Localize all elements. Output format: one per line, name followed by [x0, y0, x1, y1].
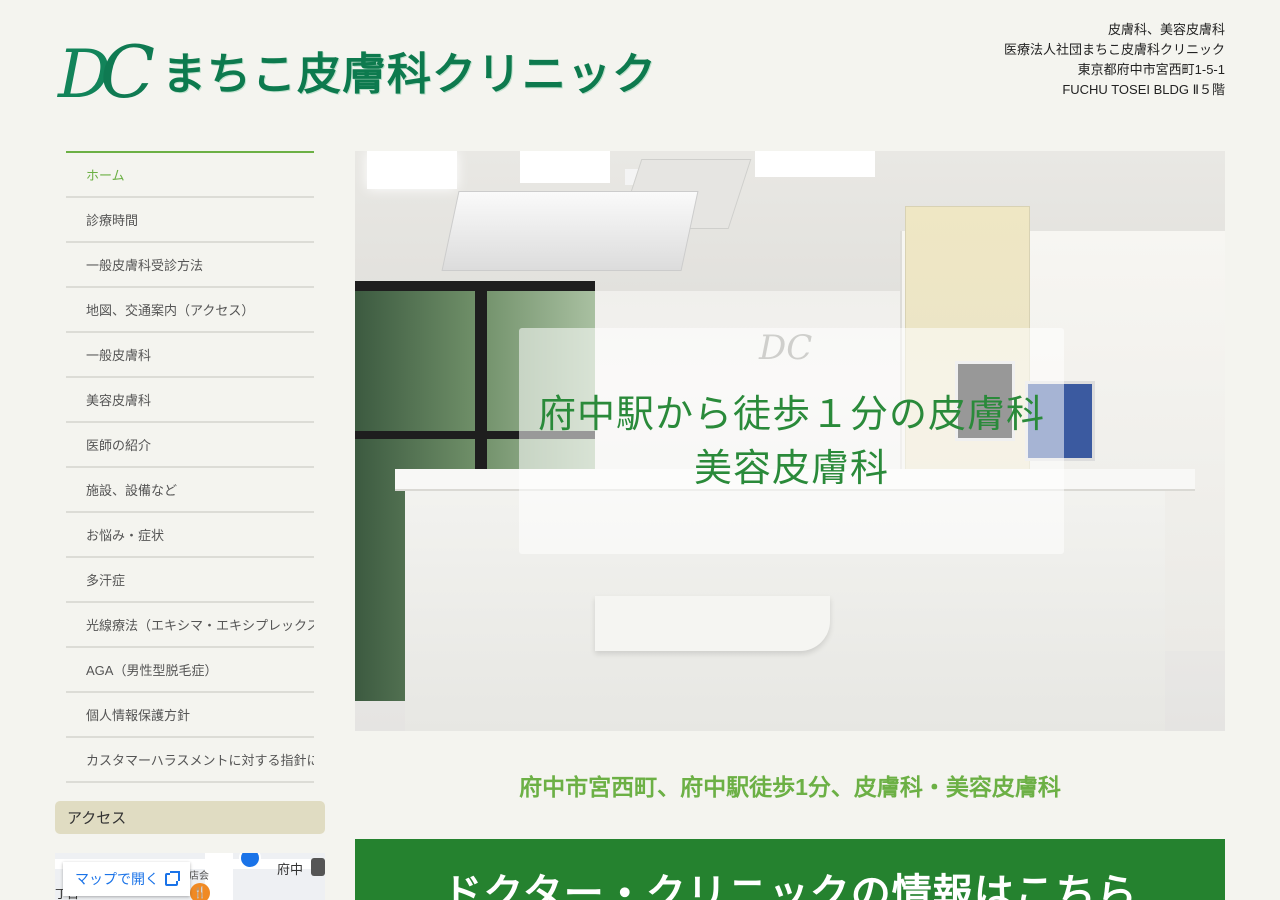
access-heading: アクセス	[55, 801, 325, 834]
nav-item-hours[interactable]: 診療時間	[66, 198, 314, 243]
open-in-maps-button[interactable]: マップで開く	[63, 862, 190, 896]
nav-item-harassment-policy[interactable]: カスタマーハラスメントに対する指針に	[66, 738, 314, 783]
map-label-shop: 店会	[189, 871, 209, 882]
nav-item-privacy[interactable]: 個人情報保護方針	[66, 693, 314, 738]
nav-item-label: 美容皮膚科	[86, 393, 152, 408]
ceiling-light	[520, 151, 610, 183]
nav-item-label: 多汗症	[86, 573, 126, 588]
nav-item-label: AGA（男性型脱毛症）	[86, 663, 218, 678]
external-link-icon	[165, 870, 180, 886]
nav-item-doctor[interactable]: 医師の紹介	[66, 423, 314, 468]
header-info-line: 医療法人社団まちこ皮膚科クリニック	[1003, 42, 1225, 57]
nav-item-label: 個人情報保護方針	[86, 708, 191, 723]
hero-overlay: DC 府中駅から徒歩１分の皮膚科 美容皮膚科	[519, 328, 1064, 554]
nav-item-hyperhidrosis[interactable]: 多汗症	[66, 558, 314, 603]
hero-headline: 府中駅から徒歩１分の皮膚科	[537, 392, 1045, 436]
nav-item-symptoms[interactable]: お悩み・症状	[66, 513, 314, 558]
nav-item-facilities[interactable]: 施設、設備など	[66, 468, 314, 513]
nav-item-label: 一般皮膚科受診方法	[86, 258, 204, 273]
embedded-map[interactable]: 店会 🍴 府中 丁目 マップで開く	[55, 853, 325, 900]
hero-subheadline: 美容皮膚科	[693, 446, 889, 490]
logo-mark: D C	[58, 30, 156, 114]
nav-item-label: 施設、設備など	[86, 483, 178, 498]
nav-item-access[interactable]: 地図、交通案内（アクセス）	[66, 288, 314, 333]
header-info-line: 東京都府中市宮西町1-5-1	[1077, 62, 1225, 77]
air-conditioner	[441, 191, 699, 271]
banner-text: ドクター・クリニックの情報はこちら	[442, 871, 1138, 900]
nav-item-label: ホーム	[86, 168, 125, 183]
hero-image: DC 府中駅から徒歩１分の皮膚科 美容皮膚科	[355, 151, 1225, 731]
nav-item-label: 診療時間	[86, 213, 139, 228]
nav-item-general-dermatology[interactable]: 一般皮膚科	[66, 333, 314, 378]
logo-text: まちこ皮膚科クリニック	[162, 49, 657, 100]
logo-mark-c: C	[100, 30, 156, 114]
hero-mini-logo: DC	[759, 328, 813, 368]
open-in-maps-label: マップで開く	[75, 871, 159, 887]
header-info: 皮膚科、美容皮膚科 医療法人社団まちこ皮膚科クリニック 東京都府中市宮西町1-5…	[1004, 20, 1225, 100]
map-label-station: 府中	[277, 863, 304, 878]
nav-item-cosmetic-dermatology[interactable]: 美容皮膚科	[66, 378, 314, 423]
sidebar-nav: ホーム 診療時間 一般皮膚科受診方法 地図、交通案内（アクセス） 一般皮膚科 美…	[66, 151, 314, 783]
nav-item-label: カスタマーハラスメントに対する指針に	[86, 753, 314, 768]
ceiling-light	[367, 151, 457, 189]
restaurant-icon: 🍴	[190, 883, 210, 900]
clinic-logo[interactable]: D C まちこ皮膚科クリニック	[58, 30, 657, 114]
counter-shelf	[595, 596, 830, 651]
nav-item-label: 地図、交通案内（アクセス）	[86, 303, 255, 318]
header-info-line: FUCHU TOSEI BLDG Ⅱ５階	[1062, 82, 1225, 97]
nav-item-aga[interactable]: AGA（男性型脱毛症）	[66, 648, 314, 693]
header-info-line: 皮膚科、美容皮膚科	[1107, 22, 1225, 37]
nav-item-label: 一般皮膚科	[86, 348, 152, 363]
doctor-clinic-info-banner[interactable]: ドクター・クリニックの情報はこちら	[355, 839, 1225, 900]
ceiling-light	[755, 151, 875, 177]
nav-item-how-to-visit[interactable]: 一般皮膚科受診方法	[66, 243, 314, 288]
nav-item-label: お悩み・症状	[86, 528, 165, 543]
nav-item-label: 光線療法（エキシマ・エキシプレックス	[86, 618, 314, 633]
train-icon	[311, 858, 325, 876]
nav-item-phototherapy[interactable]: 光線療法（エキシマ・エキシプレックス	[66, 603, 314, 648]
nav-item-label: 医師の紹介	[86, 438, 152, 453]
nav-item-home[interactable]: ホーム	[66, 153, 314, 198]
page-tagline: 府中市宮西町、府中駅徒歩1分、皮膚科・美容皮膚科	[519, 774, 1061, 800]
